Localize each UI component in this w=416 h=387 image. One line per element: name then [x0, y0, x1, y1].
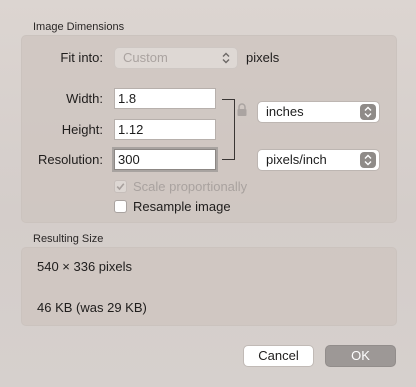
fit-into-label: Fit into: — [60, 50, 103, 65]
scale-proportionally-checkbox — [114, 180, 127, 193]
fit-into-popup: Custom — [114, 47, 238, 69]
resolution-field[interactable] — [114, 149, 216, 170]
size-unit-popup[interactable]: inches — [257, 101, 380, 123]
fit-into-unit-label: pixels — [246, 50, 280, 65]
resample-image-option[interactable]: Resample image — [114, 199, 254, 215]
image-size-dialog: Image Dimensions Fit into: Custom pixels… — [0, 0, 416, 387]
scale-proportionally-label: Scale proportionally — [133, 179, 248, 194]
width-label: Width: — [66, 91, 103, 106]
height-field[interactable] — [114, 119, 216, 140]
image-dimensions-title: Image Dimensions — [33, 21, 125, 33]
resolution-label: Resolution: — [37, 152, 103, 167]
fit-into-value: Custom — [123, 50, 168, 65]
up-down-chevron-icon — [360, 152, 376, 168]
lock-icon[interactable] — [236, 103, 248, 120]
ok-button[interactable]: OK — [325, 345, 396, 367]
constrain-bracket — [222, 99, 235, 160]
resample-image-checkbox[interactable] — [114, 200, 127, 213]
resulting-file-size: 46 KB (was 29 KB) — [37, 300, 147, 315]
up-down-chevron-icon — [360, 104, 376, 120]
resulting-size-title: Resulting Size — [33, 233, 104, 245]
resample-image-label[interactable]: Resample image — [133, 199, 231, 214]
resolution-unit-popup[interactable]: pixels/inch — [257, 149, 380, 171]
cancel-button[interactable]: Cancel — [243, 345, 314, 367]
width-field[interactable] — [114, 88, 216, 109]
size-unit-value: inches — [266, 104, 304, 119]
resolution-unit-value: pixels/inch — [266, 152, 327, 167]
resulting-pixel-dimensions: 540 × 336 pixels — [37, 259, 133, 274]
scale-proportionally-option: Scale proportionally — [114, 179, 274, 195]
up-down-chevron-icon — [218, 50, 234, 66]
height-label: Height: — [61, 122, 103, 137]
checkmark-icon — [116, 183, 125, 191]
